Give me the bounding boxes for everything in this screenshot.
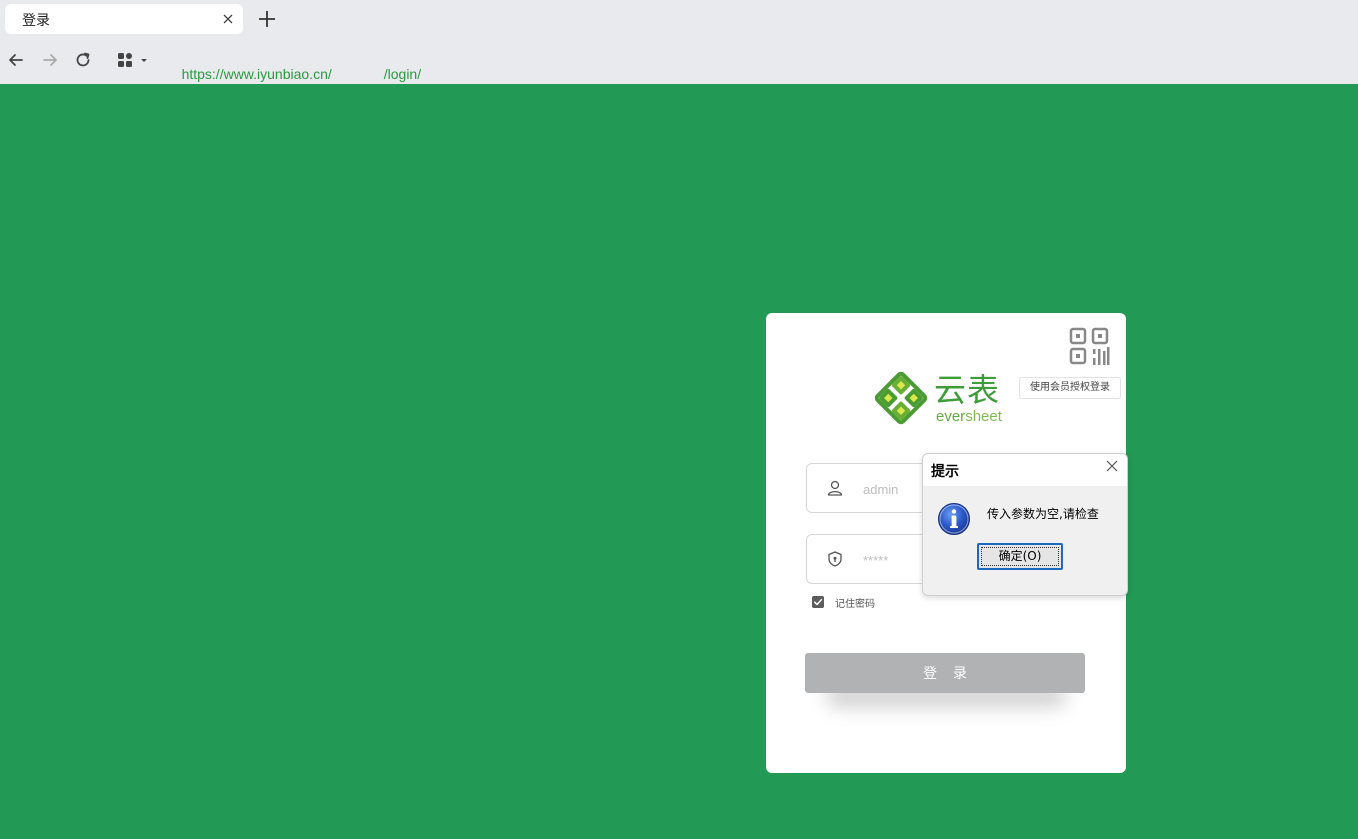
checkbox-checked-icon[interactable] bbox=[812, 596, 824, 608]
forward-arrow-icon[interactable] bbox=[40, 50, 60, 70]
url-path: /login/ bbox=[383, 66, 422, 82]
tab-title: 登录 bbox=[22, 13, 50, 29]
ok-button-label: 确定(O) bbox=[981, 547, 1059, 566]
logo-chinese-text: 云表 bbox=[934, 371, 1001, 409]
url-host: https://www.iyunbiao.cn/ bbox=[181, 66, 332, 82]
dialog-titlebar[interactable]: 提示 bbox=[923, 454, 1127, 486]
user-icon bbox=[827, 480, 843, 496]
reload-icon[interactable] bbox=[73, 50, 93, 70]
apps-grid-icon[interactable] bbox=[115, 50, 151, 70]
alert-dialog: 提示 传入参数为空,请检查 确定(O) bbox=[922, 453, 1128, 596]
logo-mark-icon bbox=[874, 371, 928, 425]
remember-password-label: 记住密码 bbox=[835, 599, 875, 610]
dialog-message: 传入参数为空,请检查 bbox=[987, 507, 1099, 521]
browser-tab[interactable]: 登录 bbox=[5, 4, 243, 34]
logo-english-text: eversheet bbox=[936, 408, 1002, 425]
qr-code-icon[interactable] bbox=[1069, 327, 1111, 369]
address-bar[interactable]: https://www.iyunbiao.cn/ /login/ bbox=[166, 50, 422, 98]
eversheet-logo: 云表 eversheet bbox=[874, 371, 1024, 427]
login-button[interactable]: 登录 bbox=[805, 653, 1085, 693]
ok-button[interactable]: 确定(O) bbox=[977, 543, 1063, 570]
back-arrow-icon[interactable] bbox=[6, 50, 26, 70]
browser-chrome: 登录 https://www.iyunbiao.cn/ /login/ bbox=[0, 0, 1358, 84]
info-icon bbox=[938, 503, 970, 535]
plus-icon[interactable] bbox=[256, 8, 278, 30]
member-auth-login-tooltip[interactable]: 使用会员授权登录 bbox=[1019, 377, 1121, 399]
close-icon[interactable] bbox=[219, 10, 237, 28]
close-icon[interactable] bbox=[1105, 459, 1119, 473]
shield-icon bbox=[828, 551, 842, 567]
dialog-title: 提示 bbox=[931, 464, 959, 480]
